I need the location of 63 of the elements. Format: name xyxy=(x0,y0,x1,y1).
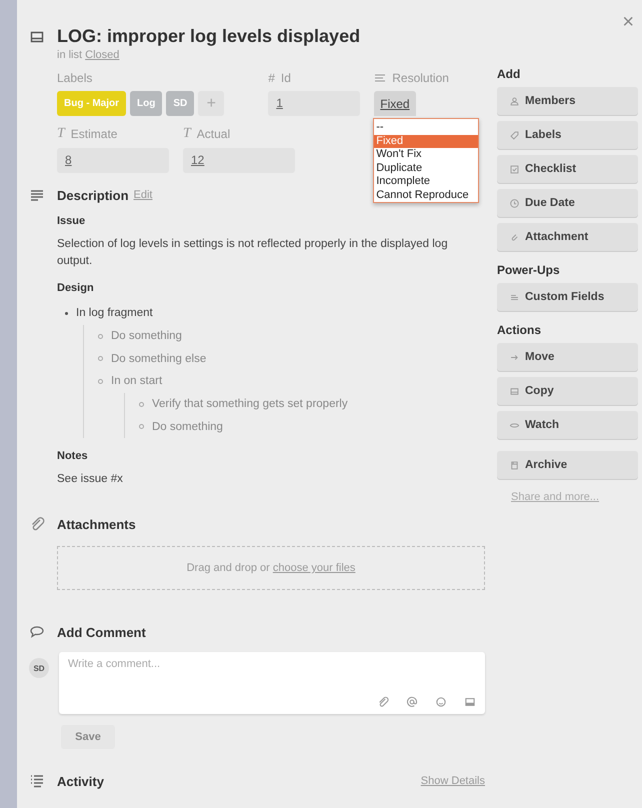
estimate-heading: Estimate xyxy=(70,127,118,141)
hash-icon: # xyxy=(268,71,275,85)
id-heading: Id xyxy=(280,71,291,85)
card-icon xyxy=(509,386,520,396)
sidebar-button[interactable]: Watch xyxy=(497,411,638,439)
sidebar-button[interactable]: Checklist xyxy=(497,155,638,183)
sidebar-button[interactable]: Copy xyxy=(497,377,638,405)
sidebar-button[interactable]: Members xyxy=(497,87,638,115)
description-subheading: Notes xyxy=(57,450,89,462)
sidebar-button[interactable]: Due Date xyxy=(497,189,638,217)
actual-field[interactable]: 12 xyxy=(183,148,295,173)
actual-heading: Actual xyxy=(196,127,230,141)
person-icon xyxy=(509,96,520,106)
dropdown-option[interactable]: Won't Fix xyxy=(374,148,478,162)
text-icon: T xyxy=(183,126,191,142)
card-title: LOG: improper log levels displayed xyxy=(57,26,360,47)
list-item: In log fragment xyxy=(76,307,153,320)
sidebar-heading: Power-Ups xyxy=(497,263,561,277)
dropdown-option[interactable]: Incomplete xyxy=(374,175,478,188)
sidebar-button[interactable]: Custom Fields xyxy=(497,283,638,311)
sidebar-heading: Add xyxy=(497,67,522,81)
resolution-heading: Resolution xyxy=(392,71,449,85)
comment-field[interactable]: Write a comment... xyxy=(68,658,476,670)
dropdown-option[interactable]: Cannot Reproduce xyxy=(374,188,478,202)
list-item: Do something else xyxy=(111,352,206,365)
description-subheading: Design xyxy=(57,282,95,294)
resolution-select[interactable]: Fixed xyxy=(374,91,416,116)
attachments-heading: Attachments xyxy=(57,516,136,532)
description-subheading: Issue xyxy=(57,215,86,227)
sidebar-button[interactable]: Move xyxy=(497,343,638,371)
check-icon xyxy=(509,164,520,174)
sidebar-button[interactable]: Archive xyxy=(497,451,638,479)
activity-heading: Activity xyxy=(57,774,104,789)
avatar: SD xyxy=(29,658,49,678)
speech-bubble-icon xyxy=(29,624,45,640)
id-field[interactable]: 1 xyxy=(268,91,360,116)
list-info: in list Closed xyxy=(56,49,120,61)
text-icon: T xyxy=(57,126,65,142)
card-icon[interactable] xyxy=(464,696,476,708)
list-item: In on start xyxy=(111,375,162,388)
mention-icon[interactable] xyxy=(406,696,418,708)
emoji-icon[interactable] xyxy=(435,696,447,708)
drop-text: Drag and drop or xyxy=(186,562,270,574)
sidebar-button[interactable]: Labels xyxy=(497,121,638,149)
list-icon xyxy=(374,73,386,83)
clock-icon xyxy=(509,198,520,208)
labels-heading: Labels xyxy=(57,71,94,85)
add-comment-heading: Add Comment xyxy=(57,624,146,640)
list-item: Do something xyxy=(111,330,182,342)
sidebar-button[interactable]: Attachment xyxy=(497,223,638,251)
description-heading: Description xyxy=(57,188,129,202)
estimate-field[interactable]: 8 xyxy=(57,148,169,173)
list-item: Verify that something gets set properly xyxy=(152,398,348,410)
dropdown-option[interactable]: -- xyxy=(374,121,478,134)
paperclip-icon[interactable] xyxy=(377,696,389,708)
clip-icon xyxy=(509,232,520,242)
tag-icon xyxy=(509,130,520,140)
list-item: Do something xyxy=(152,420,223,433)
description-text: Selection of log levels in settings is not reflected properly in the displayed log output. xyxy=(57,237,449,269)
activity-icon xyxy=(29,773,45,790)
sidebar-heading: Actions xyxy=(497,323,542,337)
description-text: See issue #x xyxy=(57,472,124,488)
dropdown-option[interactable]: Duplicate xyxy=(374,162,478,175)
